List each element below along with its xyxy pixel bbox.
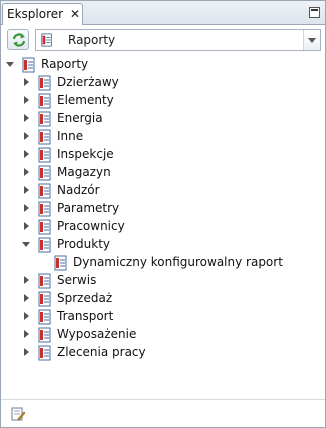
tab-strip: Eksplorer ✕ <box>1 1 325 25</box>
report-icon <box>37 201 53 217</box>
chevron-right-icon[interactable] <box>22 96 31 105</box>
refresh-button[interactable] <box>7 29 29 50</box>
tab-title: Eksplorer <box>7 7 64 21</box>
tree-item[interactable]: Parametry <box>1 200 325 218</box>
report-icon <box>37 183 53 199</box>
tree-item-label: Energia <box>57 111 103 125</box>
tab-explorer[interactable]: Eksplorer ✕ <box>2 3 83 25</box>
report-icon <box>37 147 53 163</box>
tree-item-label: Raporty <box>41 57 89 71</box>
report-icon <box>37 345 53 361</box>
report-icon <box>37 219 53 235</box>
edit-report-icon[interactable] <box>11 407 25 421</box>
tree-item[interactable]: Transport <box>1 308 325 326</box>
tree-item[interactable]: Sprzedaż <box>1 290 325 308</box>
tree-item[interactable]: Magazyn <box>1 164 325 182</box>
report-icon <box>37 273 53 289</box>
chevron-right-icon[interactable] <box>22 132 31 141</box>
tree-item-label: Elementy <box>57 93 114 107</box>
chevron-right-icon[interactable] <box>22 78 31 87</box>
chevron-right-icon[interactable] <box>22 276 31 285</box>
report-icon <box>41 33 52 47</box>
report-icon <box>37 309 53 325</box>
tree-item-label: Magazyn <box>57 165 111 179</box>
report-icon <box>37 75 53 91</box>
report-type-select[interactable]: Raporty <box>35 29 321 51</box>
chevron-right-icon[interactable] <box>22 168 31 177</box>
report-icon <box>37 111 53 127</box>
tree-item-label: Dzierżawy <box>57 75 119 89</box>
tree-item-label: Pracownicy <box>57 219 125 233</box>
report-icon <box>37 129 53 145</box>
chevron-right-icon[interactable] <box>22 114 31 123</box>
report-icon <box>37 165 53 181</box>
chevron-down-icon[interactable] <box>22 240 31 249</box>
tree-item[interactable]: Serwis <box>1 272 325 290</box>
refresh-icon <box>12 33 26 47</box>
tree-item-label: Transport <box>57 309 114 323</box>
select-value: Raporty <box>68 33 116 47</box>
tree-item[interactable]: Elementy <box>1 92 325 110</box>
chevron-right-icon[interactable] <box>22 312 31 321</box>
report-icon <box>37 291 53 307</box>
tree-item[interactable]: Inne <box>1 128 325 146</box>
report-icon <box>37 327 53 343</box>
tree-item-label: Inne <box>57 129 84 143</box>
tree-item-label: Sprzedaż <box>57 291 113 305</box>
tree-item-label: Dynamiczny konfigurowalny raport <box>73 255 283 269</box>
tree-item-label: Inspekcje <box>57 147 114 161</box>
tree-item[interactable]: Dzierżawy <box>1 74 325 92</box>
tree-item-label: Wyposażenie <box>57 327 137 341</box>
tree-item-label: Produkty <box>57 237 111 251</box>
tree-root-raporty[interactable]: Raporty <box>1 56 325 74</box>
chevron-right-icon[interactable] <box>22 348 31 357</box>
report-icon <box>37 237 53 253</box>
chevron-down-icon[interactable] <box>303 30 320 50</box>
tree-item[interactable]: Zlecenia pracy <box>1 344 325 362</box>
tree-item-label: Parametry <box>57 201 120 215</box>
tree-item[interactable]: Nadzór <box>1 182 325 200</box>
chevron-down-icon[interactable] <box>6 60 15 69</box>
report-icon <box>21 57 37 73</box>
tree-item-label: Nadzór <box>57 183 100 197</box>
tree-item[interactable]: Produkty <box>1 236 325 254</box>
chevron-right-icon[interactable] <box>22 204 31 213</box>
toolbar: Raporty <box>1 25 325 55</box>
divider <box>1 399 325 400</box>
report-icon <box>37 93 53 109</box>
chevron-right-icon[interactable] <box>22 222 31 231</box>
tree-item-report[interactable]: Dynamiczny konfigurowalny raport <box>1 254 325 272</box>
minimize-icon[interactable] <box>309 7 320 18</box>
report-icon <box>53 255 69 271</box>
explorer-panel: Eksplorer ✕ Raporty Raporty Dzierżawy El… <box>0 0 326 428</box>
tree-item[interactable]: Inspekcje <box>1 146 325 164</box>
tree-item-label: Zlecenia pracy <box>57 345 146 359</box>
close-icon[interactable]: ✕ <box>69 7 81 21</box>
chevron-right-icon[interactable] <box>22 294 31 303</box>
chevron-right-icon[interactable] <box>22 186 31 195</box>
chevron-right-icon[interactable] <box>22 330 31 339</box>
tree-item-label: Serwis <box>57 273 97 287</box>
tree-item[interactable]: Energia <box>1 110 325 128</box>
tree-item[interactable]: Pracownicy <box>1 218 325 236</box>
tree-item[interactable]: Wyposażenie <box>1 326 325 344</box>
chevron-right-icon[interactable] <box>22 150 31 159</box>
